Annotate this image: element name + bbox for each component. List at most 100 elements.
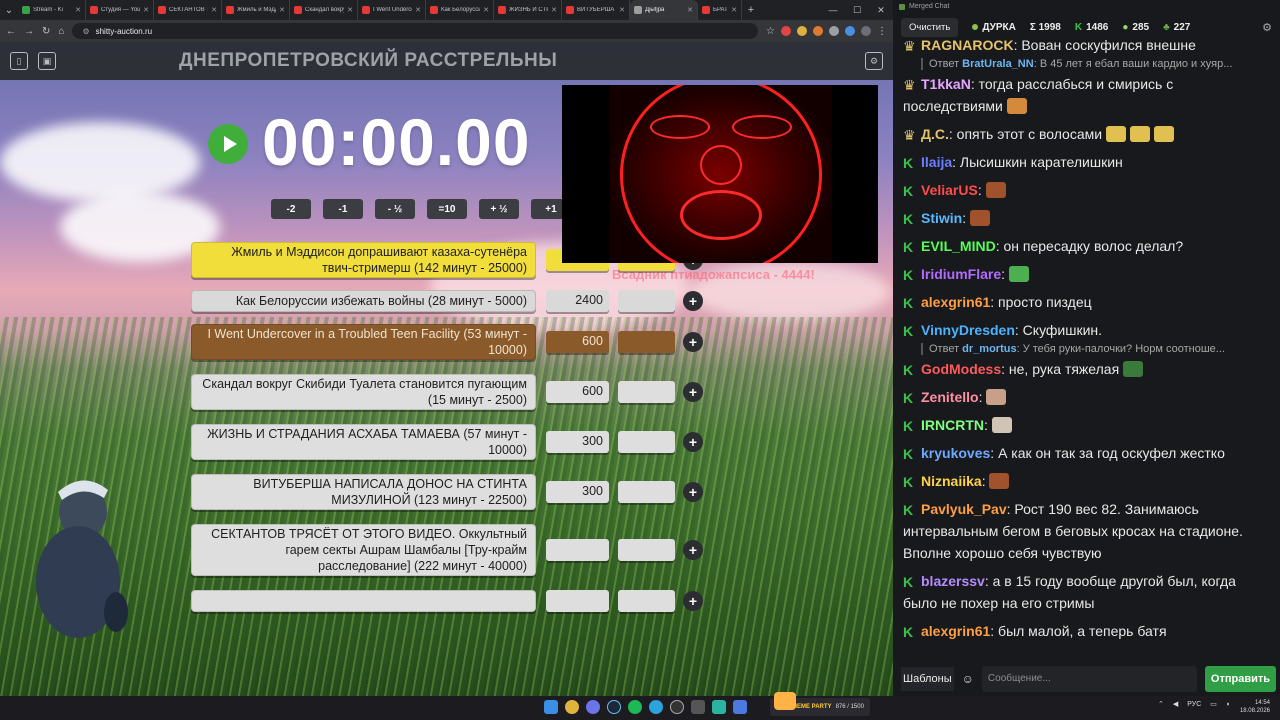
discord-icon[interactable] xyxy=(586,700,600,714)
lot-name-field[interactable]: ЖИЗНЬ И СТРАДАНИЯ АСХАБА ТАМАЕВА (57 мин… xyxy=(191,424,536,460)
home-icon[interactable]: ⌂ xyxy=(58,26,64,37)
telegram-icon[interactable] xyxy=(649,700,663,714)
time-adjust-button[interactable]: + ½ xyxy=(479,199,519,219)
language-indicator[interactable]: РУС xyxy=(1187,701,1201,708)
tab-search-icon[interactable]: ⌄ xyxy=(0,0,18,20)
time-adjust-button[interactable]: -1 xyxy=(323,199,363,219)
chat-username[interactable]: Zenitello xyxy=(921,389,979,405)
bookmark-star-icon[interactable]: ☆ xyxy=(766,26,775,37)
lot-bid-input[interactable] xyxy=(618,539,675,561)
browser-tab[interactable]: ЖИЗНЬ И СТРАДАНИЯ✕ xyxy=(494,0,562,20)
chat-username[interactable]: Niznaiika xyxy=(921,473,982,489)
app-icon-blue[interactable] xyxy=(733,700,747,714)
chat-username[interactable]: RAGNAROCK xyxy=(921,37,1014,53)
lot-name-field[interactable]: СЕКТАНТОВ ТРЯСЁТ ОТ ЭТОГО ВИДЕО. Оккульт… xyxy=(191,524,536,576)
lot-name-field[interactable]: ВИТУБЕРША НАПИСАЛА ДОНОС НА СТИНТА МИЗУЛ… xyxy=(191,474,536,510)
chat-username[interactable]: alexgrin61 xyxy=(921,294,990,310)
tab-close-icon[interactable]: ✕ xyxy=(415,6,421,14)
chat-username[interactable]: IridiumFlare xyxy=(921,266,1001,282)
browser-tab[interactable]: Stream - Ki ✕ xyxy=(18,0,86,20)
lot-name-field[interactable]: Как Белоруссии избежать войны (28 минут … xyxy=(191,290,536,312)
menu-icon[interactable]: ⋮ xyxy=(877,26,887,37)
message-input[interactable]: Сообщение... xyxy=(981,665,1197,692)
tab-close-icon[interactable]: ✕ xyxy=(75,6,81,14)
tab-close-icon[interactable]: ✕ xyxy=(483,6,489,14)
tab-close-icon[interactable]: ✕ xyxy=(551,6,557,14)
chat-username[interactable]: T1kkaN xyxy=(921,76,971,92)
chat-messages[interactable]: ♛ RAGNAROCK: Вован соскуфился внешне Ответ… xyxy=(893,34,1280,661)
browser-tab[interactable]: Скандал вокруг ✕ xyxy=(290,0,358,20)
profile-avatar-icon[interactable] xyxy=(861,26,871,36)
browser-tab[interactable]: Студия — YouTube✕ xyxy=(86,0,154,20)
browser-tab[interactable]: I Went Undercover✕ xyxy=(358,0,426,20)
tab-close-icon[interactable]: ✕ xyxy=(211,6,217,14)
add-bid-button[interactable]: + xyxy=(683,540,703,560)
lot-name-field[interactable]: I Went Undercover in a Troubled Teen Fac… xyxy=(191,324,536,360)
tab-close-icon[interactable]: ✕ xyxy=(143,6,149,14)
app-icon-teal[interactable] xyxy=(712,700,726,714)
settings-icon[interactable]: ⚙ xyxy=(865,52,883,70)
close-window-icon[interactable]: ✕ xyxy=(869,5,893,16)
add-bid-button[interactable]: + xyxy=(683,332,703,352)
chat-username[interactable]: kryukoves xyxy=(921,445,990,461)
spotify-icon[interactable] xyxy=(628,700,642,714)
tab-close-icon[interactable]: ✕ xyxy=(347,6,353,14)
lot-name-field[interactable]: Жмиль и Мэддисон допрашивают казаха-суте… xyxy=(191,242,536,278)
save-icon[interactable]: ▣ xyxy=(38,52,56,70)
extension-icon-blue[interactable] xyxy=(845,26,855,36)
app-icon-gray[interactable] xyxy=(691,700,705,714)
forward-icon[interactable]: → xyxy=(24,26,34,37)
chat-settings-icon[interactable]: ⚙ xyxy=(1262,21,1272,34)
chat-username[interactable]: Д.С. xyxy=(921,126,949,142)
chat-username[interactable]: alexgrin61 xyxy=(921,623,990,639)
steam-icon[interactable] xyxy=(607,700,621,714)
lot-name-field[interactable] xyxy=(191,590,536,612)
lot-bid-input[interactable] xyxy=(618,431,675,453)
chat-username[interactable]: Pavlyuk_Pav xyxy=(921,501,1007,517)
tab-close-icon[interactable]: ✕ xyxy=(731,6,737,14)
browser-tab[interactable]: Жмиль и Мэддисон✕ xyxy=(222,0,290,20)
add-bid-button[interactable]: + xyxy=(683,482,703,502)
volume-icon[interactable]: ◗ xyxy=(1226,701,1230,708)
extension-icon-gray[interactable] xyxy=(829,26,839,36)
chat-username[interactable]: Ilaija xyxy=(921,154,952,170)
chat-username[interactable]: IRNCRTN xyxy=(921,417,984,433)
back-icon[interactable]: ← xyxy=(6,26,16,37)
time-adjust-button[interactable]: -2 xyxy=(271,199,311,219)
site-info-icon[interactable]: ⚙ xyxy=(82,27,89,36)
network-icon[interactable]: ▭ xyxy=(1210,700,1217,708)
lot-bid-input[interactable] xyxy=(618,290,675,312)
emoji-icon[interactable]: ☺ xyxy=(962,672,974,686)
play-timer-button[interactable] xyxy=(208,124,248,164)
tab-close-icon[interactable]: ✕ xyxy=(687,6,693,14)
add-bid-button[interactable]: + xyxy=(683,591,703,611)
minimize-icon[interactable]: — xyxy=(821,5,845,16)
reload-icon[interactable]: ↻ xyxy=(42,26,50,37)
time-adjust-button[interactable]: =10 xyxy=(427,199,467,219)
browser-tab[interactable]: Дjыfjра ✕ xyxy=(630,0,698,20)
lot-name-field[interactable]: Скандал вокруг Скибиди Туалета становитс… xyxy=(191,374,536,410)
tab-close-icon[interactable]: ✕ xyxy=(619,6,625,14)
new-tab-button[interactable]: + xyxy=(742,4,760,16)
browser-tab[interactable]: СЕКТАНТОВ ТРЯСЁТ✕ xyxy=(154,0,222,20)
tray-chevron-icon[interactable]: ⌃ xyxy=(1158,700,1164,708)
add-bid-button[interactable]: + xyxy=(683,432,703,452)
browser-tab[interactable]: БРАТИШ✕ xyxy=(698,0,742,20)
send-button[interactable]: Отправить xyxy=(1204,665,1276,692)
chat-username[interactable]: VeliarUS xyxy=(921,182,978,198)
clock[interactable]: 14:54 18.08.2026 xyxy=(1240,699,1270,715)
add-bid-button[interactable]: + xyxy=(683,382,703,402)
templates-button[interactable]: Шаблоны xyxy=(901,666,954,691)
add-bid-button[interactable]: + xyxy=(683,291,703,311)
lot-bid-input[interactable] xyxy=(618,381,675,403)
extension-icon-orange[interactable] xyxy=(813,26,823,36)
start-icon[interactable] xyxy=(544,700,558,714)
time-adjust-button[interactable]: - ½ xyxy=(375,199,415,219)
chat-username[interactable]: EVIL_MIND xyxy=(921,238,996,254)
obs-icon[interactable] xyxy=(670,700,684,714)
browser-tab[interactable]: ВИТУБЕРША ✕ xyxy=(562,0,630,20)
chat-username[interactable]: Stiwin xyxy=(921,210,962,226)
sidebar-toggle-icon[interactable]: ▯ xyxy=(10,52,28,70)
browser-tab[interactable]: Как Белоруссии✕ xyxy=(426,0,494,20)
chrome-icon[interactable] xyxy=(565,700,579,714)
